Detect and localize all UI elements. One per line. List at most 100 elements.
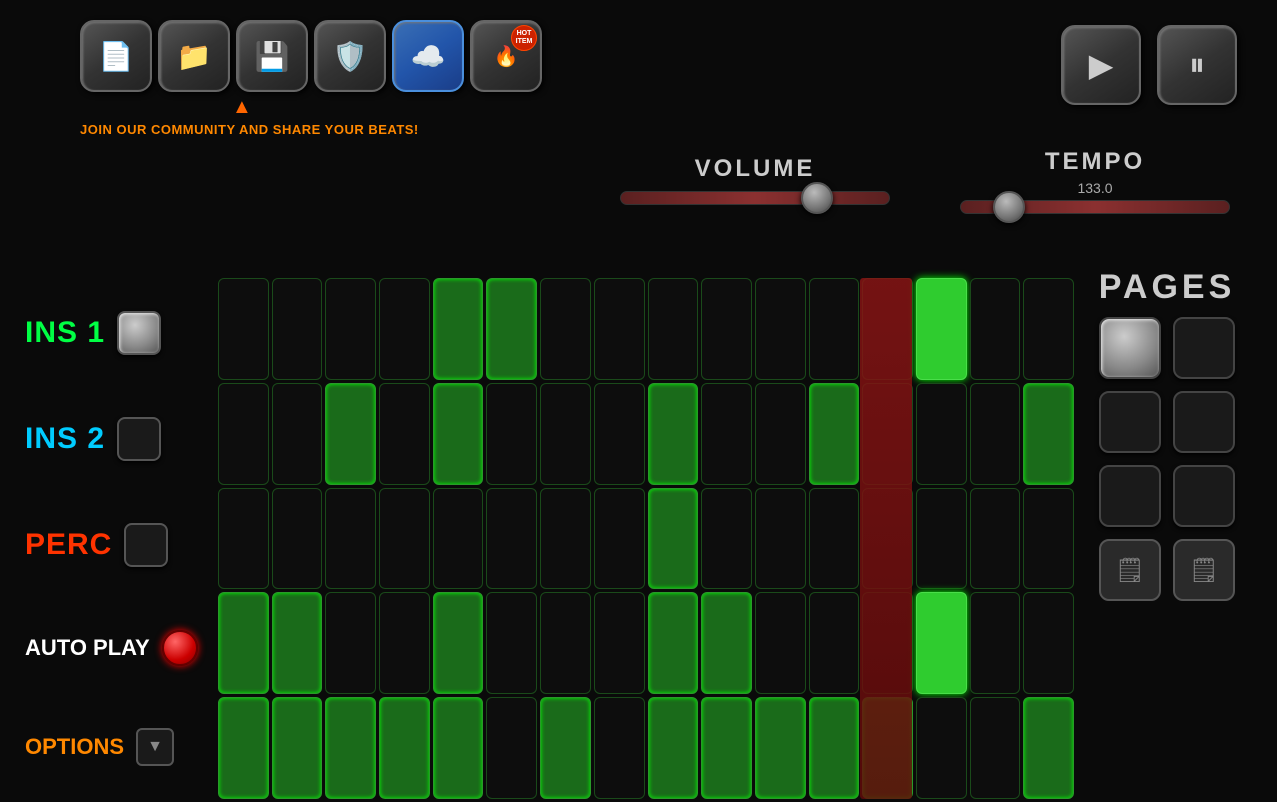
cell-4-2[interactable] xyxy=(325,697,376,799)
volume-slider[interactable] xyxy=(620,191,890,205)
cell-4-7[interactable] xyxy=(594,697,645,799)
cell-3-13[interactable] xyxy=(916,592,967,694)
cell-1-5[interactable] xyxy=(486,383,537,485)
cell-0-4[interactable] xyxy=(433,278,484,380)
cell-0-10[interactable] xyxy=(755,278,806,380)
cell-4-12[interactable] xyxy=(862,697,913,799)
cell-0-14[interactable] xyxy=(970,278,1021,380)
cell-2-15[interactable] xyxy=(1023,488,1074,590)
cell-0-7[interactable] xyxy=(594,278,645,380)
cell-2-9[interactable] xyxy=(701,488,752,590)
cell-3-10[interactable] xyxy=(755,592,806,694)
cell-3-12[interactable] xyxy=(862,592,913,694)
cell-3-8[interactable] xyxy=(648,592,699,694)
cell-2-12[interactable] xyxy=(862,488,913,590)
cell-2-2[interactable] xyxy=(325,488,376,590)
cell-1-15[interactable] xyxy=(1023,383,1074,485)
cell-3-6[interactable] xyxy=(540,592,591,694)
tempo-thumb[interactable] xyxy=(993,191,1025,223)
cell-3-11[interactable] xyxy=(809,592,860,694)
cell-0-1[interactable] xyxy=(272,278,323,380)
cell-3-3[interactable] xyxy=(379,592,430,694)
cell-4-14[interactable] xyxy=(970,697,1021,799)
new-file-button[interactable]: 📄 xyxy=(80,20,152,92)
cell-4-10[interactable] xyxy=(755,697,806,799)
cell-4-4[interactable] xyxy=(433,697,484,799)
cell-1-3[interactable] xyxy=(379,383,430,485)
cell-2-0[interactable] xyxy=(218,488,269,590)
cell-2-1[interactable] xyxy=(272,488,323,590)
cell-4-0[interactable] xyxy=(218,697,269,799)
options-button[interactable]: ▼ xyxy=(136,728,174,766)
cell-0-15[interactable] xyxy=(1023,278,1074,380)
save-button[interactable]: 💾 xyxy=(236,20,308,92)
cell-0-11[interactable] xyxy=(809,278,860,380)
cell-2-4[interactable] xyxy=(433,488,484,590)
cell-1-10[interactable] xyxy=(755,383,806,485)
page-button-5[interactable] xyxy=(1099,465,1161,527)
cell-3-15[interactable] xyxy=(1023,592,1074,694)
cell-1-1[interactable] xyxy=(272,383,323,485)
cell-4-1[interactable] xyxy=(272,697,323,799)
cell-2-7[interactable] xyxy=(594,488,645,590)
cell-0-9[interactable] xyxy=(701,278,752,380)
cell-0-12[interactable] xyxy=(862,278,913,380)
cell-3-4[interactable] xyxy=(433,592,484,694)
cell-3-9[interactable] xyxy=(701,592,752,694)
cell-1-2[interactable] xyxy=(325,383,376,485)
page-button-2[interactable] xyxy=(1173,317,1235,379)
tempo-slider[interactable] xyxy=(960,200,1230,214)
shield-button[interactable]: 🛡️ xyxy=(314,20,386,92)
page-button-3[interactable] xyxy=(1099,391,1161,453)
perc-button[interactable] xyxy=(124,523,168,567)
cell-1-9[interactable] xyxy=(701,383,752,485)
volume-thumb[interactable] xyxy=(801,182,833,214)
cell-3-14[interactable] xyxy=(970,592,1021,694)
cell-1-7[interactable] xyxy=(594,383,645,485)
cell-4-13[interactable] xyxy=(916,697,967,799)
open-folder-button[interactable]: 📁 xyxy=(158,20,230,92)
cell-1-8[interactable] xyxy=(648,383,699,485)
cell-1-4[interactable] xyxy=(433,383,484,485)
play-button[interactable]: ▶ xyxy=(1061,25,1141,105)
cell-2-3[interactable] xyxy=(379,488,430,590)
cell-0-5[interactable] xyxy=(486,278,537,380)
cell-4-9[interactable] xyxy=(701,697,752,799)
cell-4-6[interactable] xyxy=(540,697,591,799)
cell-3-2[interactable] xyxy=(325,592,376,694)
autoplay-button[interactable] xyxy=(162,630,198,666)
hot-item-button[interactable]: 🔥 HOTITEM xyxy=(470,20,542,92)
cell-2-14[interactable] xyxy=(970,488,1021,590)
cell-4-8[interactable] xyxy=(648,697,699,799)
cell-1-6[interactable] xyxy=(540,383,591,485)
pause-button[interactable]: ⏸ xyxy=(1157,25,1237,105)
cell-2-5[interactable] xyxy=(486,488,537,590)
cell-1-0[interactable] xyxy=(218,383,269,485)
cell-2-8[interactable] xyxy=(648,488,699,590)
cell-1-12[interactable] xyxy=(862,383,913,485)
page-button-1[interactable] xyxy=(1099,317,1161,379)
cell-4-5[interactable] xyxy=(486,697,537,799)
cell-3-1[interactable] xyxy=(272,592,323,694)
page-button-doc1[interactable]: 🗒 xyxy=(1099,539,1161,601)
ins2-button[interactable] xyxy=(117,417,161,461)
page-button-4[interactable] xyxy=(1173,391,1235,453)
cell-2-13[interactable] xyxy=(916,488,967,590)
cell-1-13[interactable] xyxy=(916,383,967,485)
cell-4-3[interactable] xyxy=(379,697,430,799)
cell-4-15[interactable] xyxy=(1023,697,1074,799)
cell-4-11[interactable] xyxy=(809,697,860,799)
cell-2-11[interactable] xyxy=(809,488,860,590)
cell-2-6[interactable] xyxy=(540,488,591,590)
cell-1-11[interactable] xyxy=(809,383,860,485)
ins1-button[interactable] xyxy=(117,311,161,355)
cell-0-13[interactable] xyxy=(916,278,967,380)
cell-0-6[interactable] xyxy=(540,278,591,380)
cell-2-10[interactable] xyxy=(755,488,806,590)
page-button-doc2[interactable]: 🗒 xyxy=(1173,539,1235,601)
page-button-6[interactable] xyxy=(1173,465,1235,527)
cell-3-5[interactable] xyxy=(486,592,537,694)
cell-0-8[interactable] xyxy=(648,278,699,380)
cell-1-14[interactable] xyxy=(970,383,1021,485)
cell-0-0[interactable] xyxy=(218,278,269,380)
